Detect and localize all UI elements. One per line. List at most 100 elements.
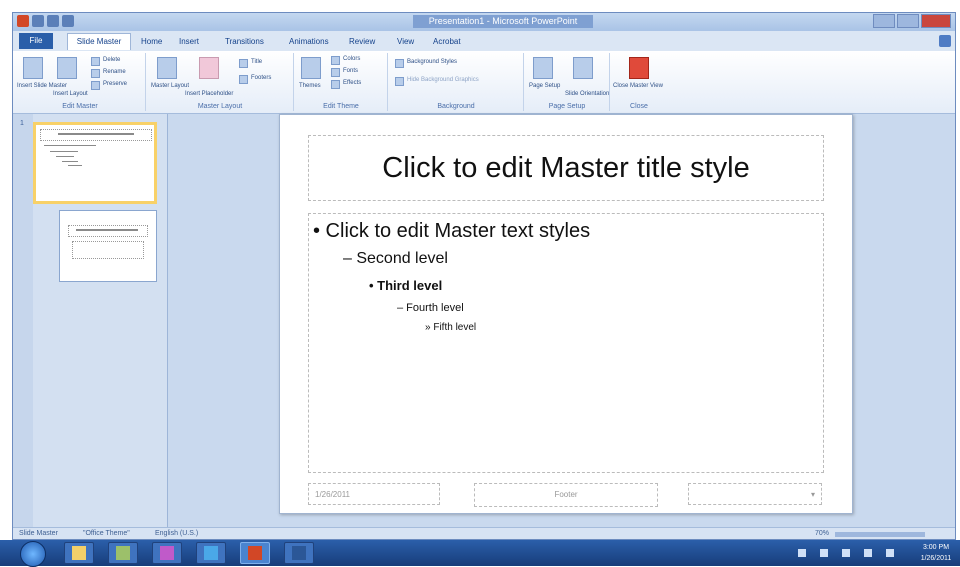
insert-placeholder-icon[interactable]: [199, 57, 219, 79]
zoom-slider[interactable]: [835, 532, 925, 537]
clock[interactable]: 3:00 PM 1/26/2011: [918, 542, 954, 564]
tab-insert[interactable]: Insert: [179, 34, 199, 49]
tray-icon[interactable]: [886, 549, 894, 557]
windows-taskbar: 3:00 PM 1/26/2011: [0, 540, 960, 567]
thumb-title-box: [68, 225, 148, 237]
slide-orientation-icon[interactable]: [573, 57, 593, 79]
slide-canvas[interactable]: Click to edit Master title style • Click…: [279, 114, 853, 514]
close-master-view-icon[interactable]: [629, 57, 649, 79]
taskbar-app-2[interactable]: [108, 542, 138, 564]
tray-icon[interactable]: [820, 549, 828, 557]
clock-date: 1/26/2011: [920, 555, 952, 562]
hide-background-checkbox[interactable]: [395, 77, 404, 86]
ribbon: Insert Slide Master Insert Layout Delete…: [13, 51, 955, 114]
delete-icon[interactable]: [91, 57, 100, 66]
save-icon[interactable]: [32, 15, 44, 27]
thumb-title-line: [58, 133, 134, 135]
close-master-view-button[interactable]: Close Master View: [613, 83, 663, 89]
effects-icon[interactable]: [331, 80, 340, 89]
tray-icon[interactable]: [798, 549, 806, 557]
group-master-layout: Master Layout Insert Placeholder Title F…: [147, 53, 294, 111]
themes-icon[interactable]: [301, 57, 321, 79]
taskbar-explorer[interactable]: [64, 542, 94, 564]
date-placeholder[interactable]: 1/26/2011: [308, 483, 440, 505]
help-icon[interactable]: [939, 35, 951, 47]
tab-slide-master[interactable]: Slide Master: [67, 33, 131, 50]
group-label: Page Setup: [548, 103, 586, 110]
rename-icon[interactable]: [91, 69, 100, 78]
body-placeholder[interactable]: • Click to edit Master text styles – Sec…: [308, 213, 824, 473]
status-view: Slide Master: [19, 530, 58, 537]
redo-icon[interactable]: [62, 15, 74, 27]
insert-layout-button[interactable]: Insert Layout: [53, 91, 88, 97]
status-language[interactable]: English (U.S.): [155, 530, 198, 537]
maximize-button[interactable]: [897, 14, 919, 28]
group-label: Master Layout: [197, 103, 243, 110]
taskbar-app-3[interactable]: [152, 542, 182, 564]
status-theme: "Office Theme": [83, 530, 130, 537]
slide-master-thumbnail[interactable]: [33, 122, 157, 204]
master-layout-icon[interactable]: [157, 57, 177, 79]
clock-time: 3:00 PM: [922, 544, 950, 551]
thumb-text-line: [44, 145, 96, 146]
tab-transitions[interactable]: Transitions: [225, 34, 264, 49]
tab-home[interactable]: Home: [141, 34, 162, 49]
tab-acrobat[interactable]: Acrobat: [433, 34, 461, 49]
fonts-icon[interactable]: [331, 68, 340, 77]
text-level-4: – Fourth level: [397, 302, 464, 314]
quick-access-toolbar: [17, 15, 74, 27]
group-label: Close: [630, 103, 648, 110]
page-setup-icon[interactable]: [533, 57, 553, 79]
rename-button[interactable]: Rename: [103, 69, 126, 75]
network-icon[interactable]: [842, 549, 850, 557]
slide-orientation-button[interactable]: Slide Orientation: [565, 91, 609, 97]
effects-button[interactable]: Effects: [343, 80, 361, 86]
title-placeholder[interactable]: Click to edit Master title style: [308, 135, 824, 201]
powerpoint-window: Presentation1 - Microsoft PowerPoint Fil…: [12, 12, 956, 540]
zoom-level[interactable]: 70%: [815, 530, 829, 537]
background-styles-button[interactable]: Background Styles: [407, 59, 457, 65]
fonts-button[interactable]: Fonts: [343, 68, 358, 74]
thumb-text-line: [56, 156, 74, 157]
footers-checkbox-label: Footers: [251, 75, 272, 81]
layout-thumbnail[interactable]: [59, 210, 157, 282]
colors-button[interactable]: Colors: [343, 56, 360, 62]
minimize-button[interactable]: [873, 14, 895, 28]
title-checkbox[interactable]: [239, 59, 248, 68]
system-tray: 3:00 PM 1/26/2011: [784, 540, 954, 566]
taskbar-powerpoint[interactable]: [240, 542, 270, 564]
insert-slide-master-icon[interactable]: [23, 57, 43, 79]
undo-icon[interactable]: [47, 15, 59, 27]
page-setup-button[interactable]: Page Setup: [529, 83, 560, 89]
volume-icon[interactable]: [864, 549, 872, 557]
group-label: Edit Theme: [323, 103, 359, 110]
thumbnail-gutter: [13, 114, 33, 527]
close-button[interactable]: [921, 14, 951, 28]
tab-file[interactable]: File: [19, 33, 53, 49]
app-icon: [160, 546, 174, 560]
ribbon-tabs: File Slide Master Home Insert Transition…: [13, 31, 955, 52]
taskbar-word[interactable]: [284, 542, 314, 564]
tab-view[interactable]: View: [397, 34, 414, 49]
text-level-5: » Fifth level: [425, 322, 477, 333]
taskbar-app-4[interactable]: [196, 542, 226, 564]
start-button[interactable]: [20, 541, 46, 567]
thumb-title-line: [76, 229, 138, 231]
delete-button[interactable]: Delete: [103, 57, 120, 63]
group-label: Background: [437, 103, 475, 110]
insert-layout-icon[interactable]: [57, 57, 77, 79]
powerpoint-logo-icon[interactable]: [17, 15, 29, 27]
insert-placeholder-button[interactable]: Insert Placeholder: [185, 91, 233, 97]
themes-button[interactable]: Themes: [299, 83, 321, 89]
preserve-button[interactable]: Preserve: [103, 81, 127, 87]
background-styles-icon[interactable]: [395, 59, 404, 68]
insert-slide-master-button[interactable]: Insert Slide Master: [17, 83, 67, 89]
tab-animations[interactable]: Animations: [289, 34, 329, 49]
slide-number-placeholder[interactable]: ▾: [688, 483, 822, 505]
tab-review[interactable]: Review: [349, 34, 375, 49]
footer-placeholder[interactable]: Footer: [474, 483, 658, 507]
master-layout-button[interactable]: Master Layout: [151, 83, 189, 89]
footers-checkbox[interactable]: [239, 75, 248, 84]
preserve-icon[interactable]: [91, 81, 100, 90]
colors-icon[interactable]: [331, 56, 340, 65]
